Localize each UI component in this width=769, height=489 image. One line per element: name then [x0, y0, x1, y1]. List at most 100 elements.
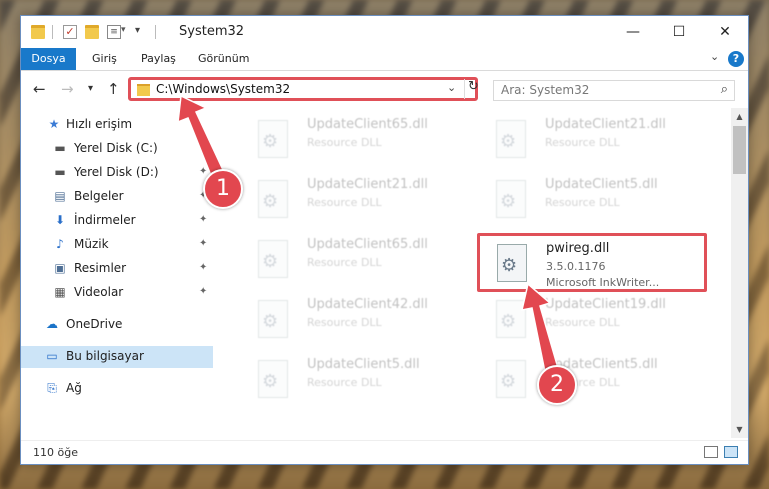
- properties-icon[interactable]: ✓: [63, 25, 77, 39]
- sidebar-item-quick-access[interactable]: ★ Hızlı erişim: [21, 114, 213, 136]
- step-badge-2: 2: [537, 365, 577, 405]
- tab-view[interactable]: Görünüm: [198, 48, 249, 70]
- sidebar-item-label: Ağ: [66, 381, 82, 395]
- dll-file-icon: ⚙: [496, 180, 526, 218]
- file-item[interactable]: ⚙ UpdateClient65.dll Resource DLL: [241, 232, 471, 288]
- status-bar: 110 öğe: [21, 440, 748, 465]
- pin-icon[interactable]: ✦: [199, 238, 207, 249]
- close-button[interactable]: ✕: [702, 16, 748, 48]
- file-name: UpdateClient65.dll: [307, 117, 428, 132]
- file-item[interactable]: ⚙ UpdateClient5.dll Resource DLL: [479, 352, 709, 408]
- sidebar-item-label: Resimler: [74, 261, 127, 275]
- tab-file[interactable]: Dosya: [21, 48, 76, 70]
- file-item[interactable]: ⚙ UpdateClient5.dll Resource DLL: [241, 352, 471, 408]
- file-name: UpdateClient21.dll: [545, 117, 666, 132]
- file-name: UpdateClient21.dll: [307, 177, 428, 192]
- step-badge-1: 1: [203, 169, 243, 209]
- sidebar-item-music[interactable]: ♪ Müzik ✦: [21, 234, 213, 256]
- tab-share[interactable]: Paylaş: [141, 48, 176, 70]
- file-type: Resource DLL: [307, 376, 382, 389]
- pin-icon[interactable]: ✦: [199, 286, 207, 297]
- back-button[interactable]: ←: [33, 80, 46, 98]
- file-type: Resource DLL: [307, 196, 382, 209]
- pin-icon[interactable]: ✦: [199, 262, 207, 273]
- pictures-icon: ▣: [54, 261, 66, 275]
- refresh-button[interactable]: ↻: [464, 79, 482, 99]
- sidebar-item-local-disk-d[interactable]: ▬ Yerel Disk (D:) ✦: [21, 162, 213, 184]
- file-item[interactable]: ⚙ UpdateClient21.dll Resource DLL: [241, 172, 471, 228]
- sidebar-item-label: Müzik: [74, 237, 109, 251]
- file-type: Resource DLL: [307, 316, 382, 329]
- chevron-down-icon[interactable]: ⌄: [710, 50, 719, 63]
- music-icon: ♪: [56, 237, 64, 251]
- item-count: 110 öğe: [33, 446, 78, 459]
- navigation-pane: ★ Hızlı erişim ▬ Yerel Disk (C:) ✦ ▬ Yer…: [21, 108, 213, 438]
- sidebar-item-label: Belgeler: [74, 189, 124, 203]
- file-name: UpdateClient65.dll: [307, 237, 428, 252]
- sidebar-item-network[interactable]: ⎘ Ağ: [21, 378, 213, 400]
- file-name: UpdateClient19.dll: [545, 297, 666, 312]
- up-button[interactable]: ↑: [107, 80, 120, 98]
- sidebar-item-label: Yerel Disk (C:): [74, 141, 158, 155]
- large-icons-view-icon[interactable]: [724, 446, 738, 458]
- sidebar-item-label: İndirmeler: [74, 213, 136, 227]
- dll-file-icon: ⚙: [496, 360, 526, 398]
- search-input[interactable]: Ara: System32 ⌕: [493, 80, 735, 101]
- forward-button[interactable]: →: [61, 80, 74, 98]
- address-path[interactable]: C:\Windows\System32: [156, 82, 290, 96]
- dll-file-icon: ⚙: [496, 120, 526, 158]
- sidebar-item-pictures[interactable]: ▣ Resimler ✦: [21, 258, 213, 280]
- scrollbar-thumb[interactable]: [733, 126, 746, 174]
- navigation-bar: ← → ▾ ↑ C:\Windows\System32 ⌄ ↻ Ara: Sys…: [21, 71, 748, 107]
- file-item[interactable]: ⚙ UpdateClient42.dll Resource DLL: [241, 292, 471, 348]
- drive-icon: ▬: [54, 165, 66, 179]
- dll-file-icon: ⚙: [496, 300, 526, 338]
- chevron-down-icon[interactable]: ▾: [121, 25, 135, 39]
- file-item[interactable]: ⚙ UpdateClient65.dll Resource DLL: [241, 112, 471, 168]
- quick-access-dropdown-icon[interactable]: ▾: [135, 25, 149, 39]
- search-icon[interactable]: ⌕: [721, 82, 728, 97]
- file-item[interactable]: ⚙ UpdateClient5.dll Resource DLL: [479, 172, 709, 228]
- pin-icon[interactable]: ✦: [199, 166, 207, 177]
- help-icon[interactable]: ?: [728, 51, 744, 67]
- new-folder-icon[interactable]: [85, 25, 99, 39]
- pin-icon[interactable]: ✦: [199, 214, 207, 225]
- sidebar-item-videos[interactable]: ▦ Videolar ✦: [21, 282, 213, 304]
- vertical-scrollbar[interactable]: ▲ ▼: [731, 108, 748, 438]
- minimize-button[interactable]: —: [610, 16, 656, 48]
- divider: [155, 25, 156, 39]
- recent-locations-button[interactable]: ▾: [88, 83, 93, 94]
- sidebar-item-downloads[interactable]: ⬇ İndirmeler ✦: [21, 210, 213, 232]
- file-type: Resource DLL: [307, 136, 382, 149]
- sidebar-item-local-disk-c[interactable]: ▬ Yerel Disk (C:) ✦: [21, 138, 213, 160]
- star-icon: ★: [48, 117, 60, 131]
- dll-file-icon: ⚙: [258, 300, 288, 338]
- chevron-down-icon[interactable]: ⌄: [447, 81, 456, 94]
- dll-file-icon: ⚙: [258, 120, 288, 158]
- sidebar-item-label: Videolar: [74, 285, 124, 299]
- file-item[interactable]: ⚙ UpdateClient21.dll Resource DLL: [479, 112, 709, 168]
- folder-icon: [137, 84, 150, 96]
- ribbon-tabs: Dosya Giriş Paylaş Görünüm ⌄ ?: [21, 48, 748, 71]
- pin-icon[interactable]: ✦: [199, 142, 207, 153]
- tab-home[interactable]: Giriş: [92, 48, 117, 70]
- sidebar-item-documents[interactable]: ▤ Belgeler ✦: [21, 186, 213, 208]
- scroll-up-icon[interactable]: ▲: [731, 108, 748, 125]
- sidebar-item-this-pc[interactable]: ▭ Bu bilgisayar: [21, 346, 213, 368]
- file-type: Resource DLL: [545, 196, 620, 209]
- sidebar-item-label: OneDrive: [66, 317, 123, 331]
- sidebar-item-onedrive[interactable]: ☁ OneDrive: [21, 314, 213, 336]
- maximize-button[interactable]: ☐: [656, 16, 702, 48]
- view-options-icon[interactable]: ≡: [107, 25, 121, 39]
- details-view-icon[interactable]: [704, 446, 718, 458]
- file-explorer-window: ✓ ≡ ▾ ▾ System32 — ☐ ✕ Dosya Giriş Payla…: [20, 15, 749, 465]
- file-item[interactable]: ⚙ UpdateClient19.dll Resource DLL: [479, 292, 709, 348]
- address-bar[interactable]: C:\Windows\System32 ⌄ ↻: [128, 77, 479, 101]
- file-type: Resource DLL: [545, 136, 620, 149]
- folder-icon: [31, 25, 45, 39]
- scroll-down-icon[interactable]: ▼: [731, 421, 748, 438]
- divider: [52, 25, 53, 39]
- downloads-icon: ⬇: [54, 213, 66, 227]
- network-icon: ⎘: [47, 381, 57, 395]
- file-type: Resource DLL: [545, 316, 620, 329]
